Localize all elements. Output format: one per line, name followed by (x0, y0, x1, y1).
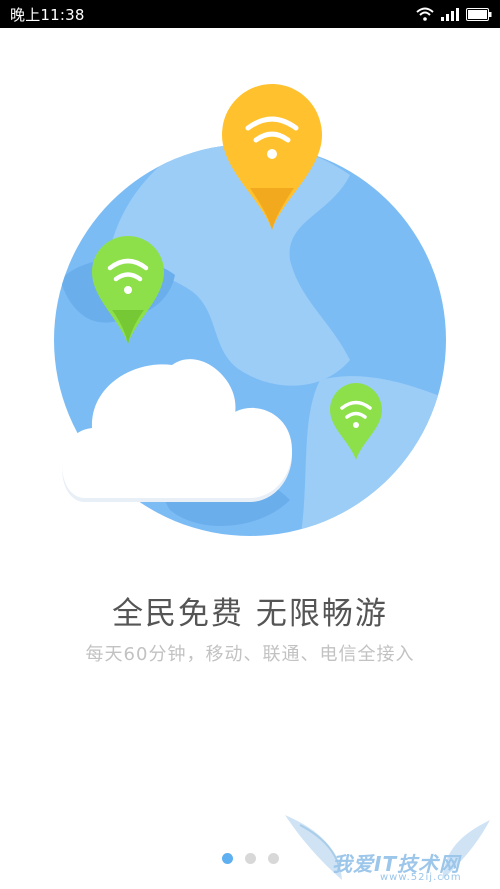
page-dot-1[interactable] (221, 853, 233, 864)
status-time: 晚上11:38 (10, 5, 85, 24)
page-dot-3[interactable] (267, 853, 279, 864)
watermark-url: www.52ij.com (380, 872, 462, 883)
status-bar: 晚上11:38 (0, 0, 500, 28)
page-dot-2[interactable] (244, 853, 256, 864)
watermark: 我爱IT技术网 www.52ij.com (280, 810, 495, 885)
signal-icon (441, 8, 459, 21)
subline: 每天60分钟，移动、联通、电信全接入 (85, 644, 415, 665)
status-icons (416, 7, 492, 21)
wifi-icon (416, 7, 434, 21)
globe-illustration (54, 84, 446, 536)
battery-icon (466, 7, 492, 21)
headline: 全民免费 无限畅游 (112, 596, 388, 632)
